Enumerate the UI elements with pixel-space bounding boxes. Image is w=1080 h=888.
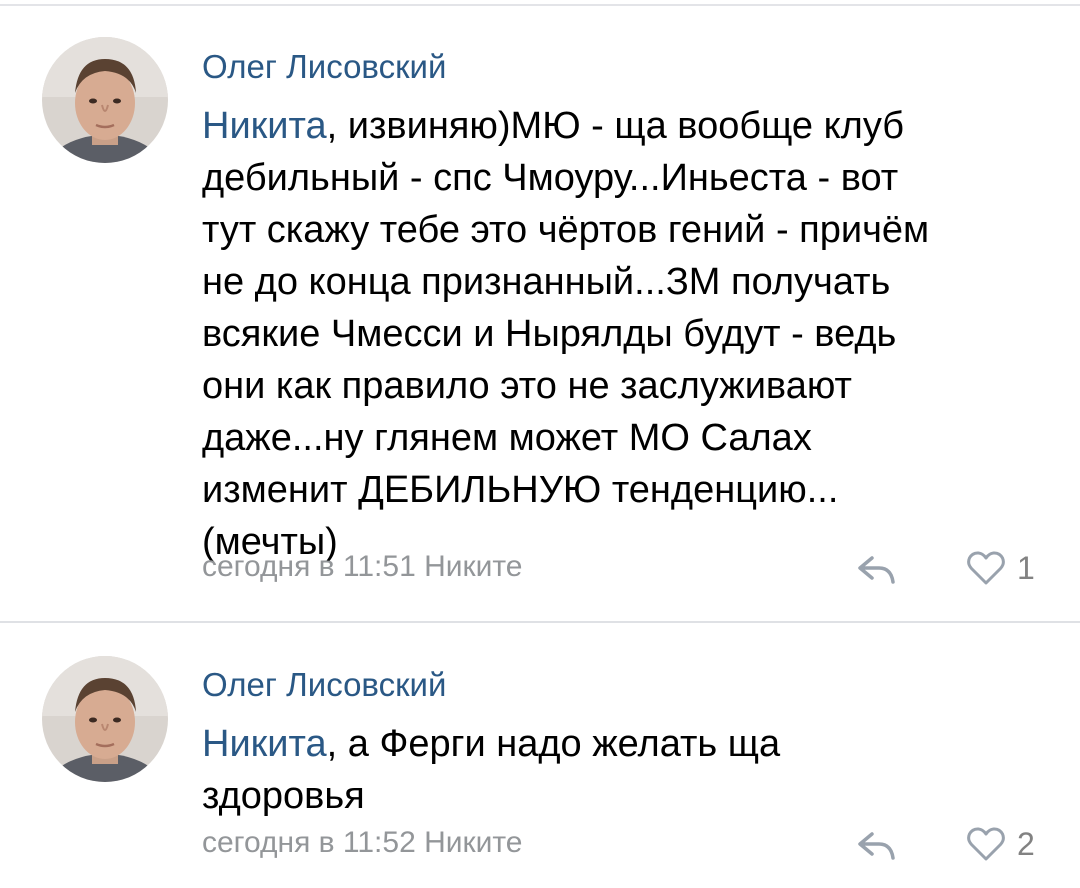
reply-arrow-icon[interactable] xyxy=(855,552,897,586)
avatar[interactable] xyxy=(42,656,168,782)
comment-text-line: они как правило это не заслуживают xyxy=(202,365,852,407)
comment-text-line: всякие Чмесси и Нырялды будут - ведь xyxy=(202,313,897,355)
heart-outline-icon[interactable] xyxy=(966,550,1006,586)
comment-text-line: не до конца признанный...ЗМ получать xyxy=(202,261,891,303)
comment-text: Никита, извиняю)МЮ - ща вообще клуб деби… xyxy=(202,100,1022,568)
comment-text-line: тут скажу тебе это чёртов гений - причём xyxy=(202,209,930,251)
comment-item: Олег Лисовский Никита, извиняю)МЮ - ща в… xyxy=(0,0,1080,620)
avatar-image xyxy=(42,656,168,782)
comment-text-line: изменит ДЕБИЛЬНУЮ тенденцию... xyxy=(202,469,839,511)
comment-text-line: , а Ферги надо желать ща xyxy=(326,723,781,765)
comment-divider xyxy=(0,621,1080,623)
comment-meta[interactable]: сегодня в 11:51 Никите xyxy=(202,550,523,584)
reply-arrow-icon[interactable] xyxy=(855,828,897,862)
comment-item: Олег Лисовский Никита, а Ферги надо жела… xyxy=(0,626,1080,888)
like-count: 1 xyxy=(1017,550,1035,586)
comment-text: Никита, а Ферги надо желать ща здоровья xyxy=(202,718,1022,822)
avatar-image xyxy=(42,37,168,163)
like-count: 2 xyxy=(1017,826,1035,862)
comment-text-line: , извиняю)МЮ - ща вообще клуб xyxy=(326,105,905,147)
comment-meta[interactable]: сегодня в 11:52 Никите xyxy=(202,826,523,860)
author-name[interactable]: Олег Лисовский xyxy=(202,666,446,704)
comment-text-line: дебильный - спс Чмоуру...Иньеста - вот xyxy=(202,157,899,199)
avatar[interactable] xyxy=(42,37,168,163)
heart-outline-icon[interactable] xyxy=(966,826,1006,862)
comment-text-line: здоровья xyxy=(202,775,365,817)
comment-text-line: даже...ну глянем может МО Салах xyxy=(202,417,812,459)
author-name[interactable]: Олег Лисовский xyxy=(202,48,446,86)
mention-link[interactable]: Никита xyxy=(202,105,327,147)
mention-link[interactable]: Никита xyxy=(202,723,327,765)
